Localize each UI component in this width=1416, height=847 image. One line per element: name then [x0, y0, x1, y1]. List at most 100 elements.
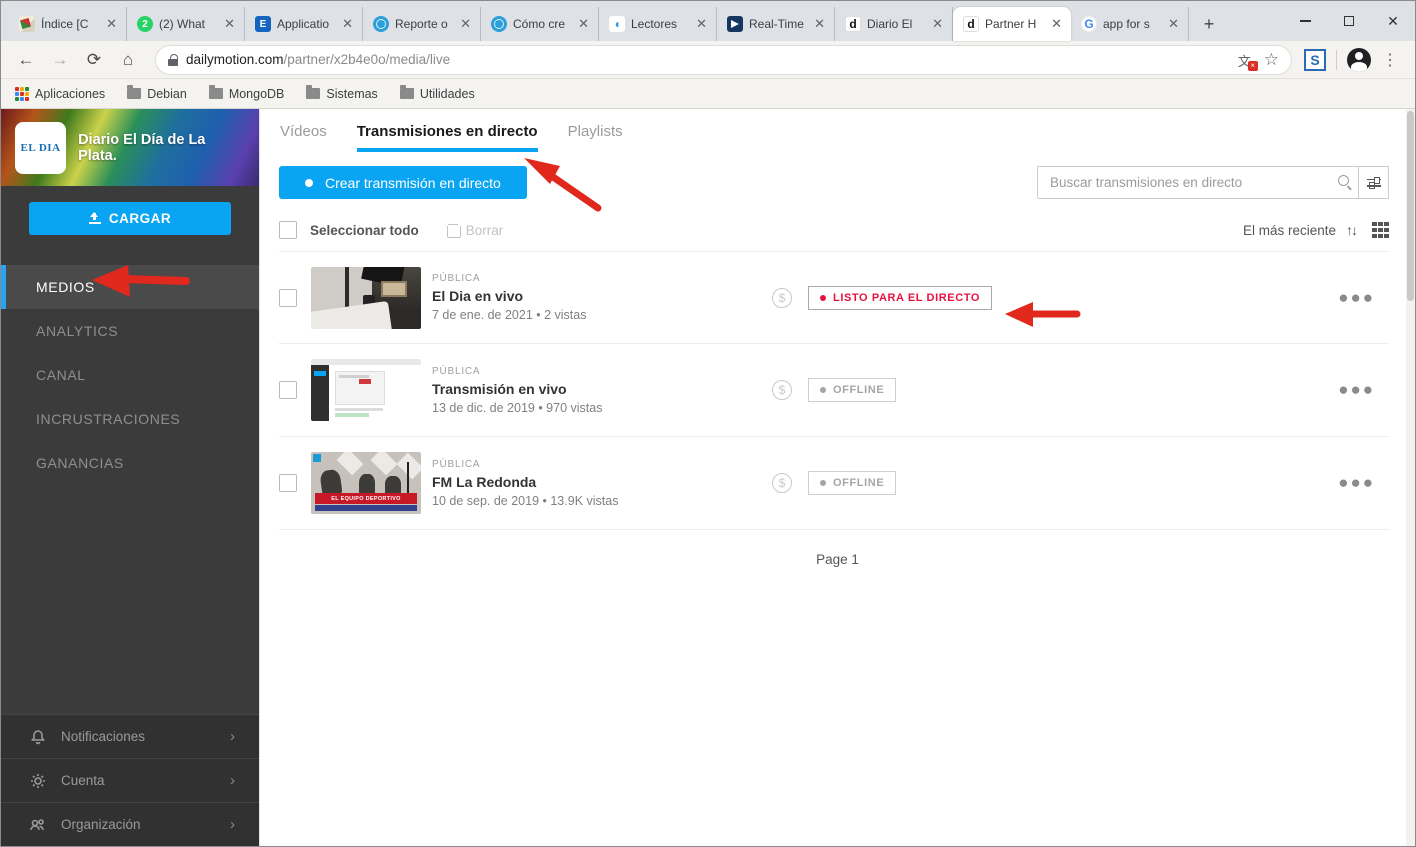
monetization-icon[interactable]: $: [772, 380, 792, 400]
media-title[interactable]: Transmisión en vivo: [432, 381, 762, 397]
grid-view-icon[interactable]: [1372, 222, 1389, 239]
footer-label: Organización: [61, 817, 141, 832]
row-checkbox[interactable]: [279, 289, 297, 307]
thumbnail-el-dia-en-vivo[interactable]: [311, 267, 421, 329]
translate-blocked-icon[interactable]: [1238, 51, 1256, 69]
minimize-button[interactable]: [1283, 1, 1327, 41]
chevron-right-icon: ›: [230, 816, 235, 833]
tab-title: (2) What: [159, 17, 215, 31]
delete-button[interactable]: Borrar: [447, 223, 504, 238]
menu-label: GANANCIAS: [36, 455, 124, 471]
scrollbar-thumb[interactable]: [1407, 111, 1414, 301]
thumbnail-banner-text: EL EQUIPO DEPORTIVO: [315, 493, 417, 504]
browser-tab-realtime[interactable]: Real-Time ✕: [717, 7, 835, 41]
close-icon[interactable]: ✕: [1165, 15, 1182, 33]
monetization-icon[interactable]: $: [772, 288, 792, 308]
sidebar-item-medios[interactable]: MEDIOS: [1, 265, 259, 309]
visibility-label: PÚBLICA: [432, 273, 762, 284]
search-input[interactable]: [1037, 166, 1359, 199]
close-icon[interactable]: ✕: [457, 15, 474, 33]
sidebar-item-cuenta[interactable]: Cuenta ›: [1, 758, 259, 802]
profile-avatar[interactable]: [1347, 48, 1371, 72]
browser-tab-reporte[interactable]: Reporte o ✕: [363, 7, 481, 41]
thumbnail-fm-la-redonda[interactable]: EL EQUIPO DEPORTIVO: [311, 452, 421, 514]
sidebar-item-incrustraciones[interactable]: INCRUSTRACIONES: [1, 397, 259, 441]
tab-title: app for s: [1103, 17, 1159, 31]
scrollbar[interactable]: [1406, 109, 1415, 846]
row-menu-icon[interactable]: ●●●: [1338, 288, 1389, 308]
close-icon[interactable]: ✕: [575, 15, 592, 33]
trash-icon: [447, 224, 459, 237]
tab-label: Vídeos: [280, 123, 327, 140]
media-tabs: Vídeos Transmisiones en directo Playlist…: [260, 109, 1415, 152]
tab-videos[interactable]: Vídeos: [280, 123, 327, 152]
browser-tab-indice[interactable]: Índice [C ✕: [9, 7, 127, 41]
sidebar-item-notificaciones[interactable]: Notificaciones ›: [1, 714, 259, 758]
sidebar-item-canal[interactable]: CANAL: [1, 353, 259, 397]
browser-menu-icon[interactable]: ⋮: [1375, 45, 1405, 75]
close-icon[interactable]: ✕: [929, 15, 946, 33]
menu-label: CANAL: [36, 367, 86, 383]
filter-button[interactable]: [1359, 166, 1389, 199]
tab-title: Applicatio: [277, 17, 333, 31]
apps-label: Aplicaciones: [35, 87, 105, 101]
sort-arrows-icon[interactable]: ↑↓: [1346, 222, 1356, 238]
close-icon[interactable]: ✕: [811, 15, 828, 33]
browser-tab-como-crear[interactable]: Cómo cre ✕: [481, 7, 599, 41]
channel-logo: EL DIA: [15, 122, 66, 174]
close-icon[interactable]: ✕: [1048, 15, 1065, 33]
bookmark-folder-mongodb[interactable]: MongoDB: [209, 87, 285, 101]
back-icon[interactable]: ←: [11, 45, 41, 75]
browser-tab-diario[interactable]: d Diario El ✕: [835, 7, 953, 41]
row-checkbox[interactable]: [279, 381, 297, 399]
close-icon[interactable]: ✕: [693, 15, 710, 33]
close-icon[interactable]: ✕: [339, 15, 356, 33]
sidebar-item-analytics[interactable]: ANALYTICS: [1, 309, 259, 353]
upload-button[interactable]: CARGAR: [29, 202, 231, 235]
row-checkbox[interactable]: [279, 474, 297, 492]
select-all-checkbox[interactable]: [279, 221, 297, 239]
close-window-button[interactable]: ✕: [1371, 1, 1415, 41]
bookmark-folder-sistemas[interactable]: Sistemas: [306, 87, 377, 101]
sidebar-item-organizacion[interactable]: Organización ›: [1, 802, 259, 846]
search-icon: [1338, 175, 1349, 186]
media-title[interactable]: El Dia en vivo: [432, 288, 762, 304]
address-bar[interactable]: dailymotion.com/partner/x2b4e0o/media/li…: [155, 45, 1292, 75]
media-row-transmision-en-vivo: PÚBLICA Transmisión en vivo 13 de dic. d…: [279, 344, 1389, 437]
apps-shortcut[interactable]: Aplicaciones: [15, 87, 105, 101]
home-icon[interactable]: ⌂: [113, 45, 143, 75]
monetization-icon[interactable]: $: [772, 473, 792, 493]
media-title[interactable]: FM La Redonda: [432, 474, 762, 490]
bookmark-label: Sistemas: [326, 87, 377, 101]
close-icon[interactable]: ✕: [221, 15, 238, 33]
dailymotion-icon: d: [963, 16, 979, 32]
tab-playlists[interactable]: Playlists: [568, 123, 623, 152]
row-menu-icon[interactable]: ●●●: [1338, 380, 1389, 400]
reload-icon[interactable]: ⟳: [79, 45, 109, 75]
status-label: OFFLINE: [833, 477, 884, 489]
maximize-button[interactable]: [1327, 1, 1371, 41]
channel-brand-banner: EL DIA Diario El Día de La Plata.: [1, 109, 259, 186]
bookmark-folder-debian[interactable]: Debian: [127, 87, 187, 101]
toolbar-divider: [1336, 50, 1337, 70]
create-live-button[interactable]: Crear transmisión en directo: [279, 166, 527, 199]
browser-tab-lectores[interactable]: ◖ Lectores ✕: [599, 7, 717, 41]
thumbnail-transmision-en-vivo[interactable]: [311, 359, 421, 421]
browser-tab-application[interactable]: E Applicatio ✕: [245, 7, 363, 41]
browser-tab-app-for[interactable]: G app for s ✕: [1071, 7, 1189, 41]
close-icon[interactable]: ✕: [103, 15, 120, 33]
bookmark-folder-utilidades[interactable]: Utilidades: [400, 87, 475, 101]
browser-tab-whatsapp[interactable]: 2 (2) What ✕: [127, 7, 245, 41]
tab-transmisiones[interactable]: Transmisiones en directo: [357, 123, 538, 152]
url-domain: dailymotion.com: [186, 52, 284, 67]
forward-icon[interactable]: →: [45, 45, 75, 75]
status-dot-icon: [820, 480, 826, 486]
sidebar-item-ganancias[interactable]: GANANCIAS: [1, 441, 259, 485]
bookmark-star-icon[interactable]: ☆: [1264, 50, 1279, 70]
status-dot-icon: [820, 295, 826, 301]
status-badge-ready: LISTO PARA EL DIRECTO: [808, 286, 992, 310]
row-menu-icon[interactable]: ●●●: [1338, 473, 1389, 493]
browser-tab-partner-active[interactable]: d Partner H ✕: [953, 7, 1071, 41]
new-tab-button[interactable]: +: [1195, 10, 1223, 38]
extension-icon[interactable]: S: [1304, 49, 1326, 71]
